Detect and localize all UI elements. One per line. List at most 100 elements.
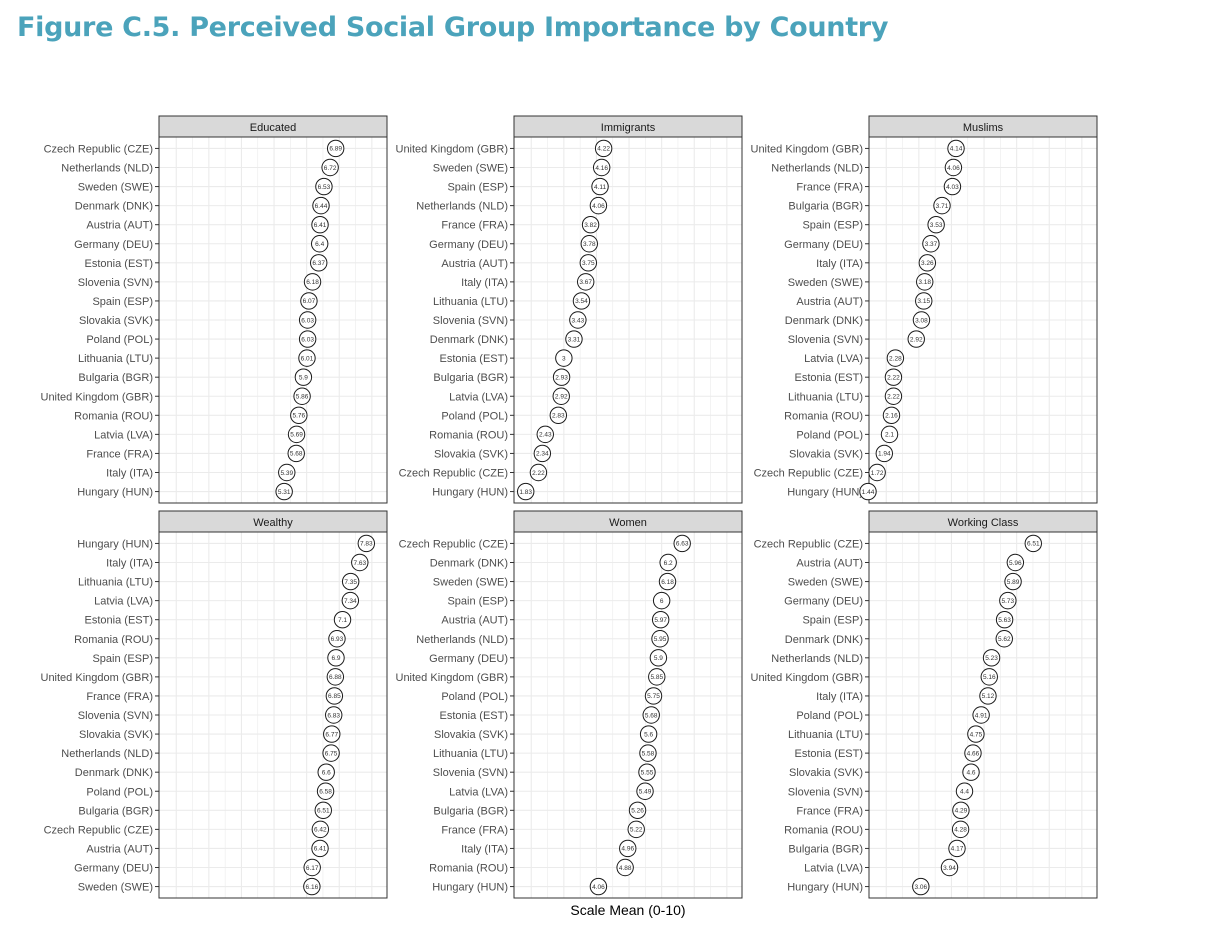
data-label: 6.53: [318, 184, 331, 191]
data-label: 6.01: [301, 355, 314, 362]
data-point: 4.16: [592, 158, 611, 177]
data-point: 4.6: [962, 763, 980, 781]
y-tick-label: Austria (AUT): [796, 296, 863, 308]
y-tick-label: Poland (POL): [441, 691, 508, 703]
data-point: 2.28: [886, 349, 905, 367]
y-tick-label: Netherlands (NLD): [416, 634, 508, 646]
y-tick-label: France (FRA): [86, 691, 153, 703]
data-point: 4.06: [944, 158, 963, 177]
data-label: 3.82: [584, 222, 597, 229]
data-point: 5.58: [639, 744, 657, 762]
data-label: 6.07: [303, 298, 316, 305]
data-point: 6.77: [323, 725, 341, 743]
data-point: 2.22: [884, 387, 903, 405]
data-point: 6.58: [316, 782, 335, 800]
data-label: 6: [660, 598, 664, 605]
y-tick-label: Spain (ESP): [802, 615, 863, 627]
data-label: 5.96: [1009, 560, 1022, 567]
data-point: 6.03: [298, 311, 317, 329]
y-tick-label: Spain (ESP): [447, 182, 508, 194]
y-tick-label: Slovakia (SVK): [789, 767, 863, 779]
data-label: 3.67: [579, 279, 592, 286]
data-label: 6.89: [329, 146, 342, 153]
data-label: 5.76: [293, 413, 306, 420]
data-point: 2.1: [880, 425, 899, 444]
y-tick-label: Denmark (DNK): [785, 315, 863, 327]
y-tick-label: Poland (POL): [86, 786, 153, 798]
data-point: 7.83: [357, 534, 376, 553]
y-tick-label: Denmark (DNK): [75, 767, 153, 779]
data-point: 5.97: [651, 610, 670, 629]
data-point: 3.08: [912, 311, 931, 329]
data-label: 6.63: [676, 541, 689, 548]
y-tick-label: Estonia (EST): [440, 710, 508, 722]
y-tick-label: Denmark (DNK): [785, 634, 863, 646]
data-point: 6.6: [317, 763, 335, 781]
data-label: 4.06: [592, 884, 605, 891]
data-label: 5.58: [642, 750, 655, 757]
data-point: 3.71: [933, 196, 951, 215]
y-tick-label: Sweden (SWE): [433, 163, 508, 175]
y-tick-label: Netherlands (NLD): [771, 653, 863, 665]
y-tick-label: Germany (DEU): [784, 239, 863, 251]
data-point: 4.14: [947, 139, 965, 158]
facet-strip-label: Working Class: [948, 517, 1019, 529]
facet-panel-muslims: Muslims United Kingdom (GBR) 4.14 Netherlan…: [751, 115, 1098, 504]
data-label: 6.83: [327, 712, 340, 719]
data-label: 5.23: [985, 655, 998, 662]
data-point: 4.06: [589, 877, 608, 896]
data-point: 5.68: [642, 706, 660, 724]
data-label: 4.28: [954, 827, 967, 834]
data-point: 1.72: [868, 463, 886, 482]
facet-panel-women: Women Czech Republic (CZE) 6.63 Denmark (DN…: [396, 510, 743, 899]
data-point: 7.35: [341, 572, 360, 591]
data-point: 6.63: [673, 534, 691, 553]
y-tick-label: Italy (ITA): [106, 558, 153, 570]
data-point: 6.75: [322, 744, 340, 762]
data-point: 3.54: [572, 292, 591, 310]
y-tick-label: United Kingdom (GBR): [751, 143, 864, 155]
y-tick-label: Hungary (HUN): [787, 487, 863, 499]
data-label: 3.31: [568, 336, 581, 343]
data-label: 6.42: [314, 827, 327, 834]
data-label: 5.85: [650, 674, 663, 681]
y-tick-label: Slovenia (SVN): [433, 767, 508, 779]
data-label: 5.75: [647, 693, 660, 700]
y-tick-label: Poland (POL): [441, 410, 508, 422]
y-tick-label: Austria (AUT): [441, 258, 508, 270]
y-tick-label: Czech Republic (CZE): [399, 468, 508, 480]
data-label: 4.96: [621, 846, 634, 853]
y-tick-label: Slovakia (SVK): [434, 729, 508, 741]
data-label: 4.29: [955, 808, 968, 815]
y-tick-label: Hungary (HUN): [77, 538, 153, 550]
data-label: 6.18: [661, 579, 674, 586]
data-label: 1.72: [871, 470, 884, 477]
data-label: 6.51: [1027, 541, 1040, 548]
data-label: 3.08: [915, 317, 928, 324]
facet-strip-label: Wealthy: [253, 517, 293, 529]
data-label: 2.34: [536, 451, 549, 458]
y-tick-label: Romania (ROU): [429, 429, 508, 441]
y-tick-label: Romania (ROU): [74, 410, 153, 422]
data-point: 6.51: [1024, 534, 1042, 553]
facet-panel-educated: Educated Czech Republic (CZE) 6.89 Netherla…: [41, 115, 388, 504]
data-point: 7.1: [333, 610, 352, 629]
data-point: 4.66: [964, 744, 982, 762]
data-point: 6.37: [310, 254, 328, 272]
data-point: 3.43: [569, 311, 587, 329]
data-label: 5.49: [639, 789, 652, 796]
y-tick-label: Slovakia (SVK): [79, 729, 153, 741]
y-tick-label: Czech Republic (CZE): [754, 538, 863, 550]
data-label: 5.89: [1007, 579, 1020, 586]
data-point: 1.44: [859, 482, 877, 501]
data-point: 6.42: [311, 820, 330, 839]
data-label: 4.22: [597, 146, 610, 153]
data-point: 2.43: [536, 425, 554, 444]
data-point: 6.88: [326, 668, 345, 686]
data-point: 2.92: [552, 387, 570, 405]
y-tick-label: Latvia (LVA): [94, 429, 153, 441]
y-tick-label: Sweden (SWE): [788, 577, 863, 589]
data-point: 4.17: [948, 839, 966, 858]
data-point: 5.86: [293, 387, 311, 405]
y-tick-label: Estonia (EST): [85, 615, 153, 627]
